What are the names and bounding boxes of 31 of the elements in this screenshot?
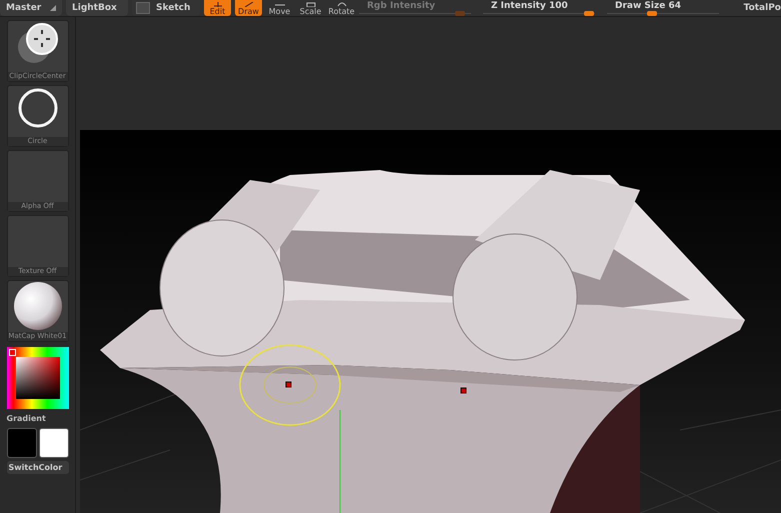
scale-icon (306, 2, 316, 7)
tool-button[interactable]: Move (266, 0, 293, 16)
total-polys-label: TotalPo (744, 3, 781, 13)
slider-thumb[interactable] (646, 11, 657, 16)
edit-icon (212, 2, 222, 7)
color-swatch[interactable] (38, 428, 68, 458)
move-icon (274, 2, 284, 7)
slider-label: Draw Size 64 (614, 1, 682, 11)
switch-color-button[interactable]: SwitchColor (6, 461, 68, 474)
sketch-checkbox[interactable] (136, 2, 150, 14)
tool-button[interactable]: Edit (204, 0, 231, 16)
sphere-icon (12, 281, 62, 331)
rotate-icon (336, 2, 346, 7)
corner-arrow-icon (50, 5, 56, 11)
slider-label: Z Intensity 100 (490, 1, 569, 11)
color-swatch[interactable] (6, 428, 36, 458)
circle-stroke-icon (16, 86, 60, 130)
tool-button[interactable]: Draw (235, 0, 262, 16)
3d-viewport[interactable] (80, 130, 781, 513)
tool-button[interactable]: Scale (297, 0, 324, 16)
tool-button[interactable]: Rotate (328, 0, 355, 16)
slider-thumb[interactable] (584, 11, 594, 16)
gradient-label: Gradient (6, 413, 47, 425)
vertex-marker-icon (460, 388, 466, 394)
brush-sphere-icon (16, 21, 60, 65)
slider-label: Rgb Intensity (366, 1, 436, 11)
color-picker[interactable] (6, 347, 68, 409)
menu-button[interactable]: LightBox (66, 0, 128, 16)
sketch-label: Sketch (156, 3, 190, 13)
menu-button[interactable]: Master (0, 0, 62, 16)
draw-icon (244, 2, 254, 7)
